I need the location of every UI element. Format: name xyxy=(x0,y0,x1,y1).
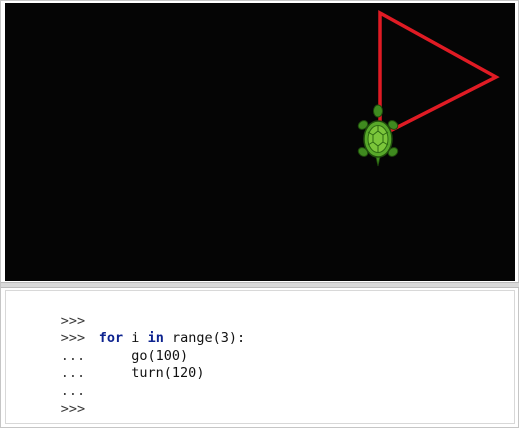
console-prompt: >>> xyxy=(60,400,86,417)
console-prompt: >>> xyxy=(60,312,86,329)
code-text: go(100) xyxy=(98,347,189,364)
turtle-app-window: >>> >>> for i in range(3): ... go(100) ..… xyxy=(0,0,519,428)
console-prompt: ... xyxy=(60,347,86,364)
pane-splitter[interactable] xyxy=(1,282,519,288)
python-console[interactable]: >>> >>> for i in range(3): ... go(100) ..… xyxy=(5,290,515,424)
code-text: range(3): xyxy=(163,330,246,347)
turtle-icon xyxy=(357,104,399,167)
turtle-canvas[interactable] xyxy=(5,3,515,281)
turtle-drawing xyxy=(357,10,500,167)
console-line: >>> xyxy=(12,295,514,329)
code-text: turn(120) xyxy=(98,365,205,382)
code-text: i xyxy=(123,330,148,347)
keyword-in: in xyxy=(147,330,164,347)
console-prompt: ... xyxy=(60,365,86,382)
console-prompt: ... xyxy=(60,382,86,399)
console-prompt: >>> xyxy=(60,330,86,347)
keyword-for: for xyxy=(98,330,124,347)
drawn-triangle xyxy=(378,10,500,139)
